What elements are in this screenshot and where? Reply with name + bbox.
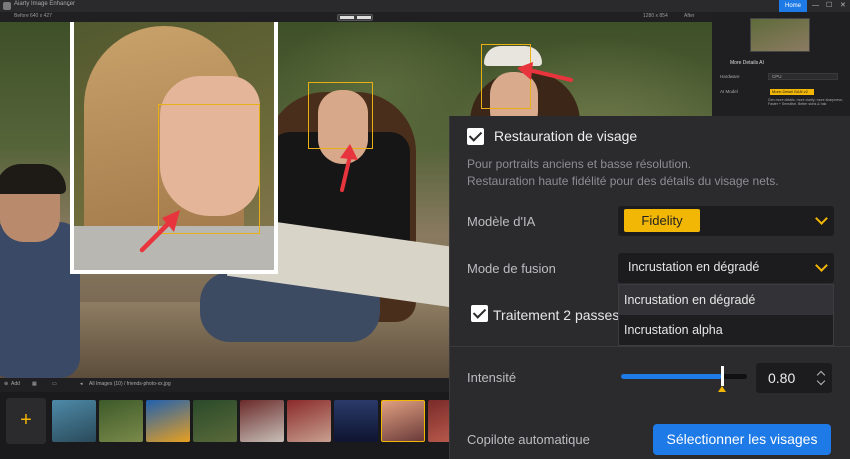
two-pass-checkbox[interactable] xyxy=(471,305,488,322)
ai-model-description: Gen more details, more clarity; more sha… xyxy=(768,98,843,106)
face-restore-description: Pour portraits anciens et basse résoluti… xyxy=(467,156,837,190)
blend-mode-select[interactable]: Incrustation en dégradé xyxy=(618,253,834,283)
intensity-slider-handle[interactable] xyxy=(721,366,724,386)
ai-model-select[interactable]: Fidelity xyxy=(618,206,834,236)
chevron-down-icon xyxy=(815,212,828,225)
face-detection-box[interactable] xyxy=(308,82,373,149)
decrement-icon[interactable] xyxy=(816,376,826,386)
face-restore-label: Restauration de visage xyxy=(494,128,638,144)
image-thumbnail[interactable] xyxy=(146,400,190,442)
red-arrow-icon xyxy=(517,62,573,82)
after-size: 1280 x 854 xyxy=(643,13,668,19)
image-thumbnail[interactable] xyxy=(99,400,143,442)
image-thumbnail[interactable] xyxy=(287,400,331,442)
face-restore-checkbox[interactable] xyxy=(467,128,484,145)
title-bar: Aiarty Image Enhancer ⌄ Home — ☐ ✕ xyxy=(0,0,850,12)
image-thumbnail[interactable] xyxy=(334,400,378,442)
photo-person-left-hair xyxy=(0,164,66,194)
add-plus-icon[interactable]: ⊕ xyxy=(4,381,8,387)
intensity-slider-fill xyxy=(621,374,722,379)
maximize-icon[interactable]: ☐ xyxy=(826,0,832,12)
after-label: After xyxy=(684,13,695,19)
description-line: Restauration haute fidélité pour des dét… xyxy=(467,174,779,188)
autopilot-label: Copilote automatique xyxy=(467,432,590,447)
minimize-icon[interactable]: — xyxy=(812,0,819,12)
blend-mode-value: Incrustation en dégradé xyxy=(628,260,760,274)
description-line: Pour portraits anciens et basse résoluti… xyxy=(467,157,692,171)
intensity-value: 0.80 xyxy=(768,370,796,386)
intensity-label: Intensité xyxy=(467,370,517,385)
photo-person-left-body xyxy=(0,222,80,378)
image-thumbnail[interactable] xyxy=(193,400,237,442)
hardware-select[interactable]: CPU xyxy=(768,73,838,80)
blend-mode-label: Mode de fusion xyxy=(467,261,556,276)
blend-mode-dropdown: Incrustation en dégradé Incrustation alp… xyxy=(618,284,834,346)
image-thumbnail[interactable] xyxy=(52,400,96,442)
navigator-thumbnail[interactable] xyxy=(750,18,810,52)
grid-view-icon[interactable]: ▦ xyxy=(32,381,37,387)
compare-left-bar xyxy=(340,16,354,19)
ai-model-select[interactable]: More-Detail GAN v2 xyxy=(770,89,814,95)
face-restoration-panel: Restauration de visage Pour portraits an… xyxy=(449,116,850,459)
app-menu-caret-icon[interactable]: ⌄ xyxy=(66,1,71,8)
add-label[interactable]: Add xyxy=(11,381,20,387)
dropdown-option[interactable]: Incrustation en dégradé xyxy=(619,285,833,315)
section-title: More Details AI xyxy=(730,60,764,66)
app-logo-icon xyxy=(3,2,11,10)
breadcrumb: All Images (10) / friends-photo-xx.jpg xyxy=(89,381,171,387)
dropdown-option[interactable]: Incrustation alpha xyxy=(619,315,833,345)
compare-right-bar xyxy=(357,16,371,19)
before-label: Before xyxy=(14,13,29,19)
add-image-button[interactable]: + xyxy=(6,398,46,444)
image-thumbnail[interactable] xyxy=(240,400,284,442)
list-view-icon[interactable]: ▭ xyxy=(52,381,57,387)
red-arrow-icon xyxy=(340,144,358,192)
slider-marker-icon xyxy=(718,386,726,392)
compare-toggle[interactable] xyxy=(337,14,373,21)
ai-model-label: Modèle d'IA xyxy=(467,214,536,229)
intensity-number-input[interactable]: 0.80 xyxy=(756,363,832,393)
hardware-label: Hardware xyxy=(720,74,740,79)
divider xyxy=(450,346,850,347)
back-icon[interactable]: ◂ xyxy=(80,381,83,387)
image-thumbnail-selected[interactable] xyxy=(381,400,425,442)
intensity-slider[interactable] xyxy=(621,366,747,392)
ai-model-label: AI Model xyxy=(720,89,738,94)
close-icon[interactable]: ✕ xyxy=(840,0,846,12)
chevron-down-icon xyxy=(815,259,828,272)
preview-header: Before 640 x 427 1280 x 854 After xyxy=(0,12,712,22)
before-size: 640 x 427 xyxy=(30,13,52,19)
select-faces-button[interactable]: Sélectionner les visages xyxy=(653,424,831,455)
two-pass-label: Traitement 2 passes xyxy=(493,307,620,323)
ai-model-value: Fidelity xyxy=(624,209,700,232)
red-arrow-icon xyxy=(139,210,180,253)
zoom-inset xyxy=(70,22,278,274)
home-button[interactable]: Home xyxy=(779,0,807,12)
